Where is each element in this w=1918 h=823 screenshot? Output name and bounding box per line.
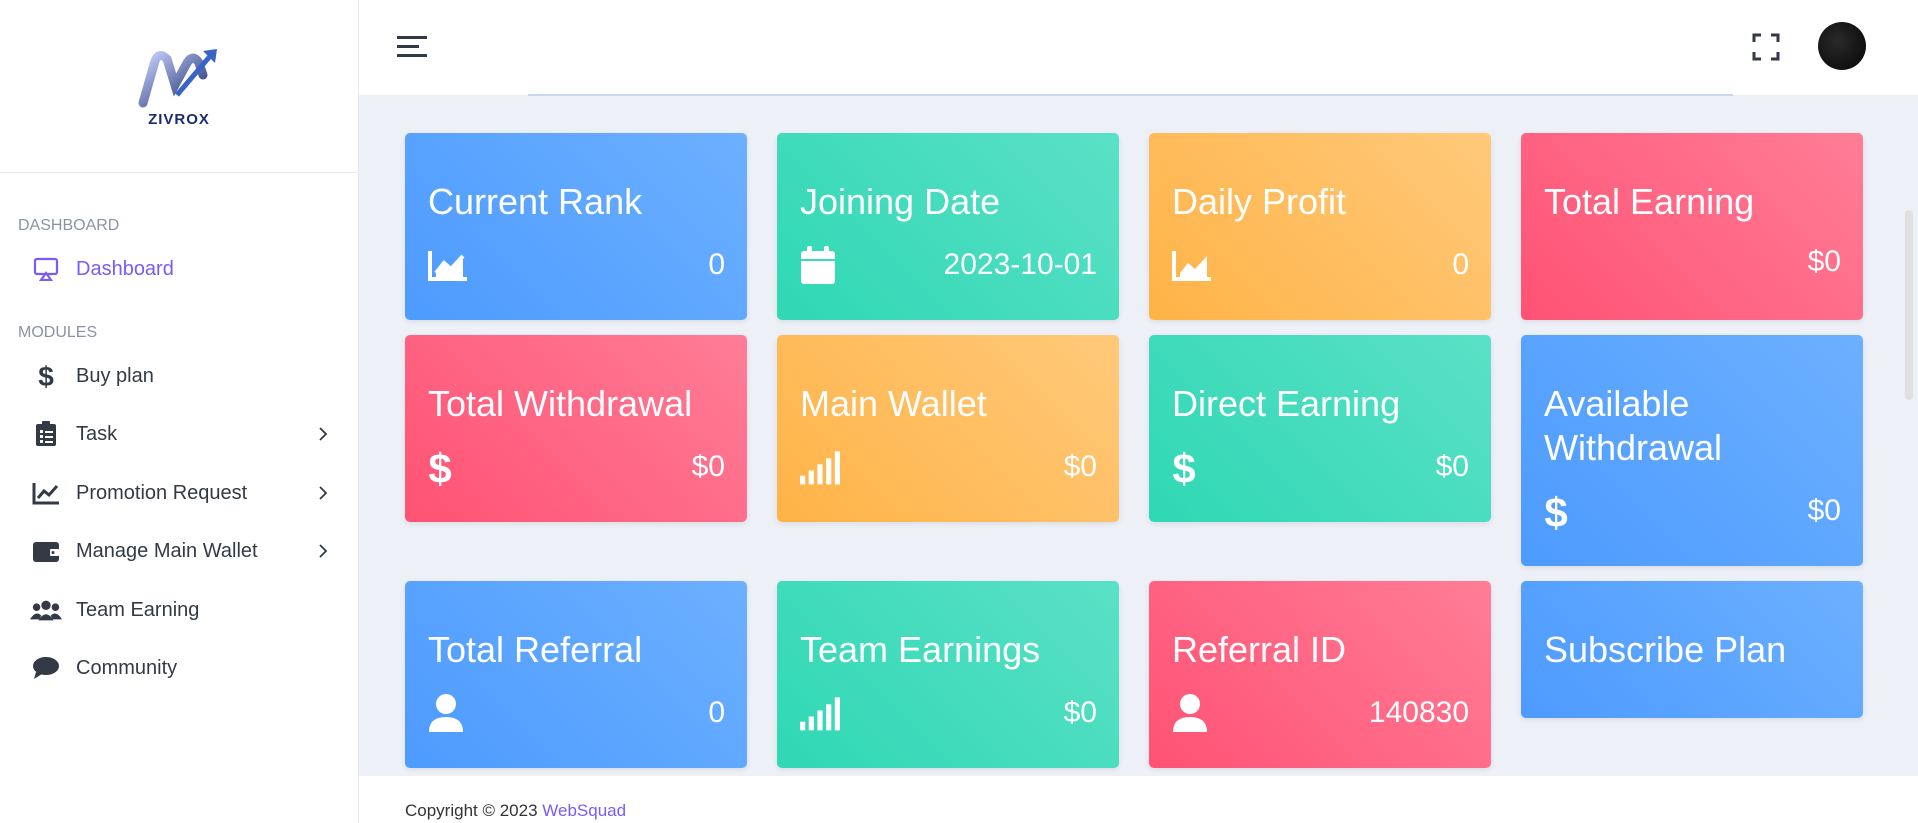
sidebar: ZIVROX DASHBOARD Dashboard MODULES $ Buy… (0, 0, 359, 823)
sidebar-item-label: Community (76, 656, 178, 679)
card-title: Joining Date (800, 181, 1001, 222)
monitor-icon (30, 255, 62, 283)
sidebar-item-label: Team Earning (76, 598, 200, 621)
card-title: Daily Profit (1172, 181, 1347, 222)
card-title: Subscribe Plan (1544, 629, 1787, 670)
chevron-right-icon (319, 486, 328, 500)
signal-bars-icon (800, 447, 840, 487)
comment-icon (30, 654, 62, 682)
card-value: 2023-10-01 (943, 248, 1097, 281)
sidebar-item-buy-plan[interactable]: $ Buy plan (0, 352, 359, 400)
sidebar-item-label: Buy plan (76, 364, 154, 387)
card-title: Total Withdrawal (428, 383, 693, 424)
sidebar-item-label: Dashboard (76, 257, 174, 280)
svg-text:$: $ (38, 362, 54, 390)
sidebar-item-team-earning[interactable]: Team Earning (0, 586, 359, 634)
card-main-wallet[interactable]: Main Wallet $0 (777, 335, 1119, 522)
fullscreen-icon[interactable] (1751, 32, 1781, 62)
card-total-earning[interactable]: Total Earning $0 (1521, 133, 1863, 320)
card-value: $0 (1063, 450, 1097, 483)
sidebar-item-label: Promotion Request (76, 481, 248, 504)
divider (528, 94, 1733, 96)
copyright-text: Copyright © 2023 (405, 801, 543, 820)
card-current-rank[interactable]: Current Rank 0 (405, 133, 747, 320)
card-value: $0 (1807, 245, 1841, 278)
avatar[interactable] (1818, 22, 1866, 70)
sidebar-item-manage-main-wallet[interactable]: Manage Main Wallet (0, 527, 359, 575)
card-value: 0 (1452, 248, 1469, 281)
sidebar-item-promotion-request[interactable]: Promotion Request (0, 469, 359, 517)
section-dashboard-label: DASHBOARD (18, 217, 120, 234)
user-icon (428, 693, 468, 733)
logo[interactable]: ZIVROX (0, 0, 358, 173)
footer: Copyright © 2023 WebSquad (359, 776, 1918, 823)
chart-line-icon (428, 245, 468, 285)
clipboard-icon (30, 420, 62, 448)
card-title: Total Earning (1544, 181, 1755, 222)
chart-line-icon (1172, 245, 1212, 285)
card-total-referral[interactable]: Total Referral 0 (405, 581, 747, 768)
card-direct-earning[interactable]: Direct Earning $ $0 (1149, 335, 1491, 522)
wallet-icon (30, 537, 62, 565)
footer-brand-link[interactable]: WebSquad (542, 801, 626, 820)
logo-mark-icon (138, 48, 217, 107)
hamburger-menu-icon[interactable] (397, 32, 429, 60)
card-value: $0 (1435, 450, 1469, 483)
sidebar-item-label: Manage Main Wallet (76, 539, 258, 562)
card-title: Team Earnings (800, 629, 1041, 670)
topbar (359, 0, 1918, 95)
card-referral-id[interactable]: Referral ID 140830 (1149, 581, 1491, 768)
users-icon (30, 596, 62, 624)
card-team-earnings[interactable]: Team Earnings $0 (777, 581, 1119, 768)
chart-line-icon (30, 479, 62, 507)
chevron-right-icon (319, 544, 328, 558)
card-value: 140830 (1368, 696, 1469, 729)
logo-text: ZIVROX (148, 110, 210, 128)
card-title: Direct Earning (1172, 383, 1401, 424)
chevron-right-icon (319, 427, 328, 441)
card-subscribe-plan[interactable]: Subscribe Plan (1521, 581, 1863, 718)
footer-copyright: Copyright © 2023 WebSquad (405, 801, 626, 821)
card-value: $0 (1807, 494, 1841, 527)
card-value: 0 (708, 248, 725, 281)
signal-bars-icon (800, 693, 840, 733)
dollar-icon: $ (428, 447, 468, 487)
dollar-icon: $ (1544, 491, 1584, 531)
card-title: Main Wallet (800, 383, 987, 424)
dollar-icon: $ (30, 362, 62, 390)
sidebar-item-task[interactable]: Task (0, 410, 359, 458)
card-total-withdrawal[interactable]: Total Withdrawal $ $0 (405, 335, 747, 522)
card-joining-date[interactable]: Joining Date 2023-10-01 (777, 133, 1119, 320)
section-modules-label: MODULES (18, 324, 98, 341)
sidebar-item-label: Task (76, 422, 118, 445)
card-title: Current Rank (428, 181, 643, 222)
svg-text:$: $ (428, 447, 451, 487)
card-value: 0 (708, 696, 725, 729)
svg-text:$: $ (1172, 447, 1195, 487)
card-daily-profit[interactable]: Daily Profit 0 (1149, 133, 1491, 320)
calendar-icon (800, 245, 840, 285)
card-title: Total Referral (428, 629, 643, 670)
card-title: Referral ID (1172, 629, 1347, 670)
sidebar-item-community[interactable]: Community (0, 644, 359, 692)
sidebar-item-dashboard[interactable]: Dashboard (0, 245, 359, 293)
dollar-icon: $ (1172, 447, 1212, 487)
card-available-withdrawal[interactable]: Available Withdrawal $ $0 (1521, 335, 1863, 566)
svg-text:$: $ (1544, 491, 1567, 531)
user-icon (1172, 693, 1212, 733)
scrollbar[interactable] (1905, 210, 1913, 400)
card-value: $0 (691, 450, 725, 483)
card-value: $0 (1063, 696, 1097, 729)
card-title: Available Withdrawal (1544, 383, 1723, 468)
